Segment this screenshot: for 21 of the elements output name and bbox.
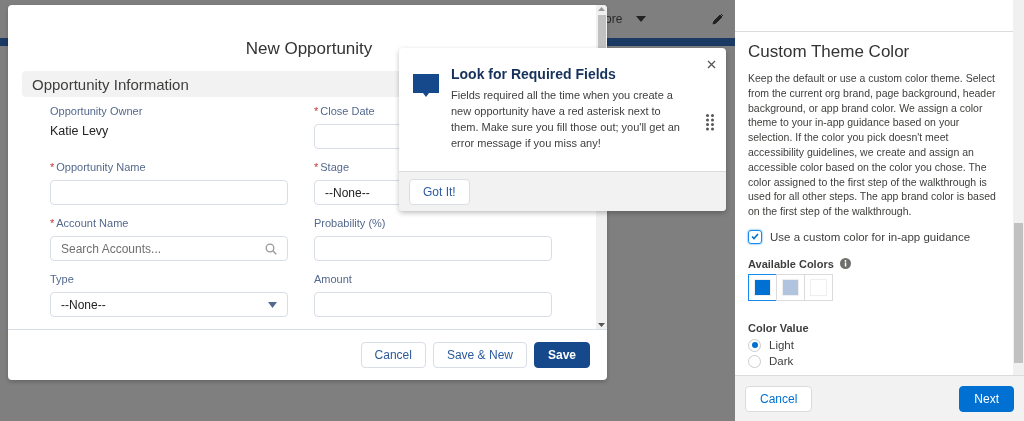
checkbox-label: Use a custom color for in-app guidance bbox=[770, 230, 971, 243]
radio-label: Dark bbox=[769, 355, 794, 368]
colors-label: Available Colors bbox=[748, 257, 834, 270]
field-label: Account Name bbox=[56, 217, 129, 230]
color-value-label: Color Value bbox=[748, 321, 810, 334]
field-label: Opportunity Name bbox=[56, 161, 146, 174]
modal-title: New Opportunity bbox=[244, 39, 374, 59]
field-label: Close Date bbox=[320, 105, 375, 118]
field-label: Opportunity Owner bbox=[50, 105, 143, 118]
required-asterisk: * bbox=[50, 161, 55, 174]
field-label: Stage bbox=[320, 161, 350, 174]
panel-title: Custom Theme Color bbox=[748, 42, 911, 62]
required-asterisk: * bbox=[50, 217, 55, 230]
radio-label: Light bbox=[769, 339, 794, 352]
panel-description: Keep the default or use a custom color theme. Select from the current org brand, page background, header background, or app brand color. We assign a color theme to your in-app guidance based on your selection. If the color you pick doesn't meet accessibility guidelines, we create and assign an accessible color based on the color you chose. The color assigned to the first step of the walkthrough is used for all other steps. The app brand color is based on the first step of the walkthrough. bbox=[748, 71, 997, 219]
owner-name: Katie Levy bbox=[50, 124, 110, 140]
required-asterisk: * bbox=[314, 105, 319, 118]
required-asterisk: * bbox=[314, 161, 319, 174]
field-label: Type bbox=[50, 273, 74, 286]
field-label: Amount bbox=[314, 273, 352, 286]
field-label: Probability (%) bbox=[314, 217, 386, 230]
